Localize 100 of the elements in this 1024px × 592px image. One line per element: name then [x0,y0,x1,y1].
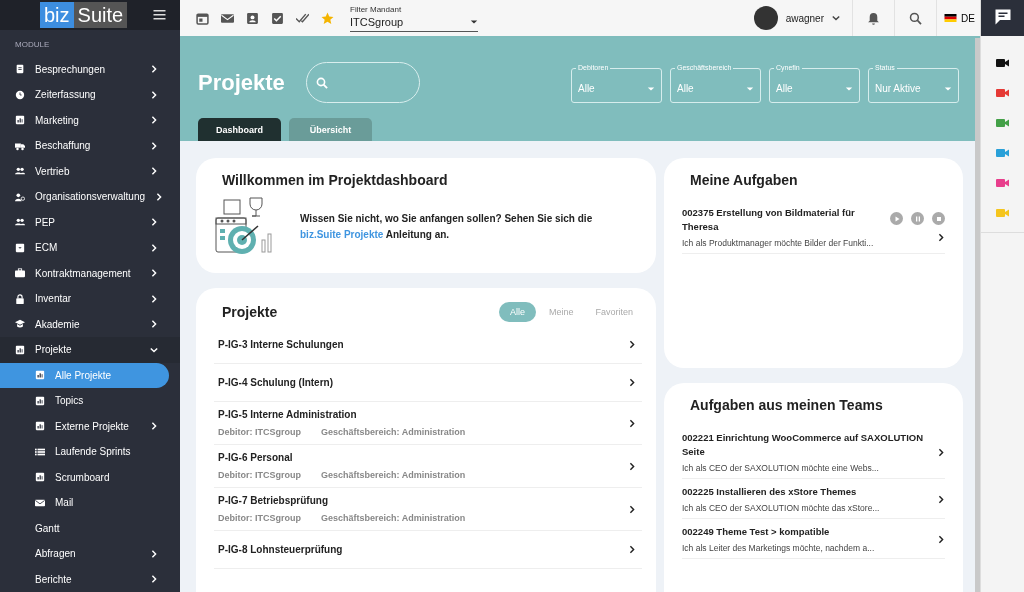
chart-icon [15,344,25,355]
debitor-label: Debitor: ITCSgroup [218,513,301,523]
card-title: Willkommen im Projektdashboard [222,172,449,188]
task-description: Ich als Leiter des Marketings möchte, nachdem a... [682,543,876,553]
sidebar-item[interactable]: Organisationsverwaltung [0,184,180,210]
mail-icon[interactable] [221,11,234,25]
people-icon [15,166,25,177]
sidebar-item[interactable]: Marketing [0,107,180,133]
mail-icon [35,497,45,508]
search-icon [909,11,922,25]
play-button[interactable] [890,212,903,225]
sidebar-item[interactable]: PEP [0,209,180,235]
project-row[interactable]: P-IG-6 Personal Debitor: ITCSgroup Geschäftsbereich: Administration [214,445,642,488]
chevron-right-icon [937,447,945,457]
chat-icon [993,8,1012,26]
card-title: Aufgaben aus meinen Teams [690,397,884,413]
task-title: 002249 Theme Test > kompatible [682,525,831,539]
sidebar-item[interactable]: Zeiterfassung [0,82,180,108]
list-icon [35,446,45,457]
sidebar-item[interactable]: ECM [0,235,180,261]
sidebar-item[interactable]: Beschaffung [0,133,180,159]
sidebar-item[interactable]: Vertrieb [0,158,180,184]
briefcase-icon [15,268,25,279]
caret-icon [845,84,853,93]
task-title: 002221 Einrichtung WooCommerce auf SAXOLUTION Seite [682,431,925,459]
client-filter-dropdown[interactable]: ITCSgroup [350,13,478,32]
bell-icon [867,11,880,25]
project-row[interactable]: P-IG-7 Betriebsprüfung Debitor: ITCSgroup Geschäftsbereich: Administration [214,488,642,531]
project-row[interactable]: P-IG-3 Interne Schulungen [214,326,642,364]
lock-icon [15,293,25,304]
sidebar-item[interactable]: Scrumboard [0,464,180,490]
project-name: P-IG-6 Personal [218,452,294,463]
sidebar-item[interactable]: Besprechungen [0,56,180,82]
avatar[interactable] [753,6,778,30]
sidebar-item[interactable]: Berichte [0,566,180,592]
logo: biz Suite [40,1,128,28]
project-row[interactable]: P-IG-4 Schulung (Intern) [214,364,642,402]
business-area-label: Geschäftsbereich: Administration [321,427,466,437]
clipboard-icon [15,64,25,75]
calendar-icon[interactable] [196,11,209,25]
chevron-down-icon[interactable] [832,14,840,22]
business-area-label: Geschäftsbereich: Administration [321,470,466,480]
video-camera-icon[interactable] [996,58,1009,68]
contact-card-icon[interactable] [246,11,259,25]
search-icon [316,76,328,89]
stop-button[interactable] [932,212,945,225]
sidebar-item[interactable]: Mail [0,490,180,516]
task-title: 002225 Installieren des xStore Themes [682,485,858,499]
chevron-right-icon [628,340,636,349]
task-row[interactable]: 002249 Theme Test > kompatible Ich als Leiter des Marketings möchte, nachdem a... [682,519,945,559]
caret-icon [944,84,952,93]
caret-icon [470,17,478,26]
chart-icon [15,115,25,126]
sidebar-item[interactable]: Inventar [0,286,180,312]
pause-button[interactable] [911,212,924,225]
user-name[interactable]: awagner [785,12,824,24]
chat-button[interactable] [980,0,1024,36]
task-row[interactable]: 002375 Erstellung von Bildmaterial für Theresa Ich als Produktmanager möchte Bilder der Funkti... [682,200,945,254]
task-description: Ich als CEO der SAXOLUTION möchte das xStore... [682,503,881,513]
task-title: 002375 Erstellung von Bildmaterial für Theresa [682,206,856,234]
caret-icon [647,84,655,93]
task-row[interactable]: 002221 Einrichtung WooCommerce auf SAXOLUTION Seite Ich als CEO der SAXOLUTION möchte eine Webs... [682,425,945,479]
chart-icon [35,370,45,381]
sidebar-item[interactable]: Projekte [0,337,180,363]
task-description: Ich als CEO der SAXOLUTION möchte eine Webs... [682,463,880,473]
archive-icon [15,242,25,253]
sidebar-item[interactable]: Gantt [0,515,180,541]
task-description: Ich als Produktmanager möchte Bilder der Funkti... [682,238,875,248]
debitor-label: Debitor: ITCSgroup [218,470,301,480]
sidebar-item[interactable]: Abfragen [0,541,180,567]
graduation-cap-icon [15,319,25,330]
sidebar-section-label: MODULE [14,38,51,51]
chevron-right-icon [628,545,636,554]
double-check-icon[interactable] [296,11,309,25]
sidebar-item[interactable]: Akademie [0,311,180,337]
task-row[interactable]: 002225 Installieren des xStore Themes Ich als CEO der SAXOLUTION möchte das xStore... [682,479,945,519]
chevron-right-icon [628,378,636,387]
project-name: P-IG-8 Lohnsteuerprüfung [218,544,344,555]
card-title: Projekte [222,304,278,320]
chart-icon [35,421,45,432]
chevron-right-icon [937,233,945,242]
sidebar-item[interactable]: Topics [0,388,180,414]
chevron-right-icon [628,504,636,514]
sidebar-item[interactable]: Kontraktmanagement [0,260,180,286]
tab[interactable]: Dashboard [198,118,281,141]
menu-icon[interactable] [153,9,166,20]
project-name: P-IG-7 Betriebsprüfung [218,495,329,506]
person-gear-icon [15,191,25,202]
project-row[interactable]: P-IG-8 Lohnsteuerprüfung [214,531,642,569]
card-title: Meine Aufgaben [690,172,799,188]
project-name: P-IG-4 Schulung (Intern) [218,377,334,388]
people-icon [15,217,25,228]
sidebar-item[interactable]: Laufende Sprints [0,439,180,465]
chevron-right-icon [628,461,636,471]
project-row[interactable]: P-IG-5 Interne Administration Debitor: ITCSgroup Geschäftsbereich: Administration [214,402,642,445]
sidebar-item[interactable]: Externe Projekte [0,413,180,439]
scrollbar[interactable] [975,38,980,592]
star-icon[interactable] [321,11,334,25]
checkbox-icon[interactable] [271,11,284,25]
business-area-label: Geschäftsbereich: Administration [321,513,466,523]
